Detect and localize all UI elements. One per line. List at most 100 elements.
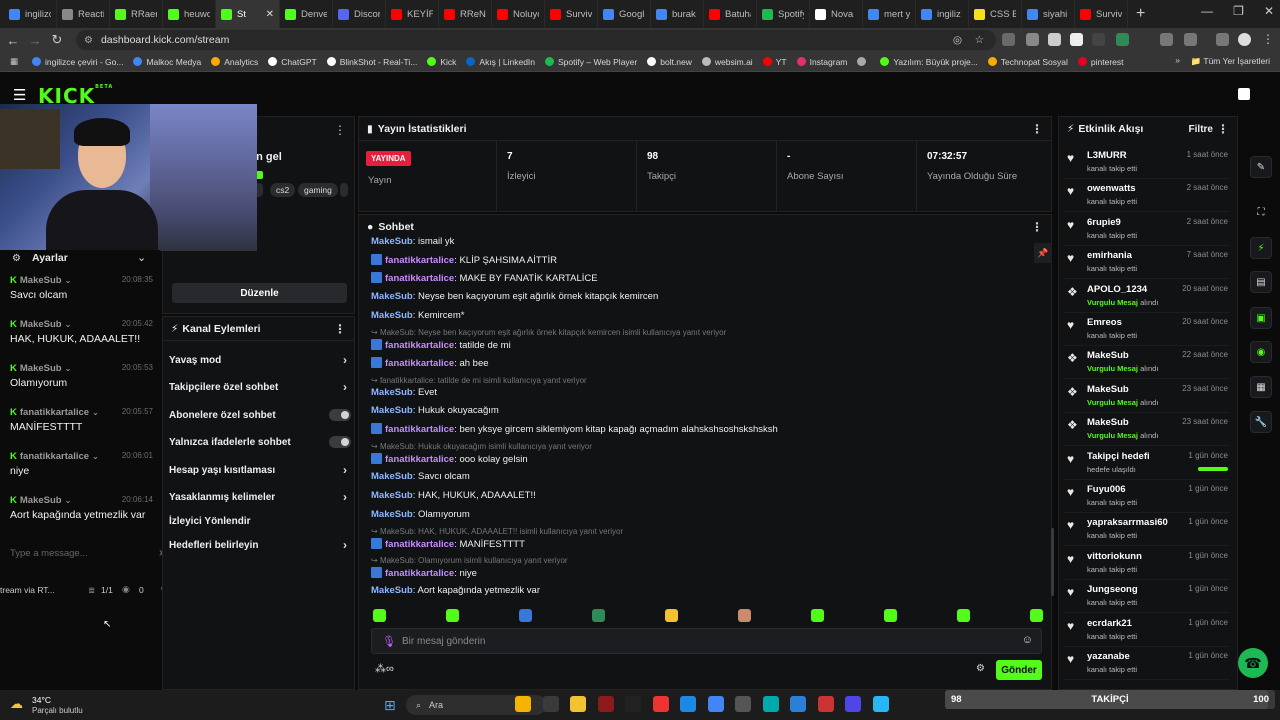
settings-label[interactable]: Ayarlar xyxy=(32,252,68,264)
browser-tab[interactable]: St ✕ xyxy=(216,0,280,28)
wrench-icon[interactable]: 🔧 xyxy=(1250,411,1272,433)
back-icon[interactable]: ← xyxy=(2,33,24,48)
browser-tab[interactable]: Surviv xyxy=(1075,0,1128,28)
broadcast-icon[interactable]: ◉ xyxy=(1250,341,1272,363)
stats-menu-icon[interactable]: ⋮ xyxy=(1031,122,1043,136)
extension-icon[interactable] xyxy=(1116,33,1129,46)
browser-tab[interactable]: Discor xyxy=(333,0,386,28)
support-chat-icon[interactable]: ☎ xyxy=(1238,648,1268,678)
bookmark-item[interactable]: websim.ai xyxy=(701,57,753,67)
message-author[interactable]: MakeSub xyxy=(371,405,413,416)
message-author[interactable]: fanatikkartalice xyxy=(385,424,454,435)
message-author[interactable]: MakeSub xyxy=(371,291,413,302)
chat-menu-icon[interactable]: ⋮ xyxy=(1031,220,1043,234)
activity-item[interactable]: ❖ MakeSub Vurgulu Mesaj alındı 23 saat önce xyxy=(1064,380,1230,413)
bookmark-item[interactable]: ingilizce çeviri - Go... xyxy=(32,57,123,67)
browser-tab[interactable]: Noluyo xyxy=(492,0,545,28)
layout-icon[interactable]: ▦ xyxy=(1250,376,1272,398)
emote-icon[interactable] xyxy=(446,609,459,622)
site-info-icon[interactable]: ⚙ xyxy=(84,35,93,46)
message-author[interactable]: MakeSub xyxy=(371,387,413,398)
activity-item[interactable]: ♥ emirhania kanalı takip etti 7 saat önce xyxy=(1064,246,1230,280)
extension-icon[interactable] xyxy=(1002,33,1015,46)
taskbar-app-icon[interactable] xyxy=(790,696,806,712)
browser-tab[interactable]: Nova xyxy=(810,0,863,28)
browser-tab[interactable]: RRaen xyxy=(110,0,163,28)
channel-action-item[interactable]: Hedefleri belirleyin › xyxy=(169,535,351,555)
message-author[interactable]: fanatikkartalice xyxy=(385,255,454,266)
flash-icon[interactable]: ⚡ xyxy=(1250,237,1272,259)
activity-item[interactable]: ♥ yapraksarrmasi60 kanalı takip etti 1 gün … xyxy=(1064,513,1230,547)
taskbar-app-icon[interactable] xyxy=(515,696,531,712)
emote-icon[interactable] xyxy=(1030,609,1043,622)
chat-bubble-tool-icon[interactable]: ▣ xyxy=(1250,307,1272,329)
browser-tab[interactable]: ingilizce xyxy=(4,0,57,28)
taskbar-app-icon[interactable] xyxy=(707,696,724,712)
chevron-down-icon[interactable]: ⌄ xyxy=(65,496,72,505)
forward-icon[interactable]: → xyxy=(24,33,46,48)
chat-message-input[interactable]: 🎙 Bir mesaj gönderin ☺ xyxy=(371,628,1042,654)
emote-icon[interactable] xyxy=(519,609,532,622)
browser-tab[interactable]: Batuha xyxy=(704,0,757,28)
emote-icon[interactable] xyxy=(811,609,824,622)
message-author[interactable]: MakeSub xyxy=(371,236,413,247)
left-chat-input[interactable]: Type a message... xyxy=(10,548,88,559)
channel-action-item[interactable]: Yasaklanmış kelimeler › xyxy=(169,487,351,507)
chevron-down-icon[interactable]: ⌄ xyxy=(92,452,99,461)
browser-tab[interactable]: Denve xyxy=(280,0,333,28)
user-avatar-icon[interactable] xyxy=(1238,88,1250,100)
chat-users-icon[interactable]: ⁂∞ xyxy=(375,662,394,675)
close-tab-icon[interactable]: ✕ xyxy=(266,9,274,20)
browser-tab[interactable]: Reacti xyxy=(57,0,110,28)
tag-more[interactable] xyxy=(340,183,349,197)
sidebar-icon[interactable] xyxy=(1216,33,1229,46)
emote-icon[interactable] xyxy=(884,609,897,622)
activity-filter-button[interactable]: Filtre xyxy=(1189,124,1213,135)
browser-tab[interactable]: heuwo xyxy=(163,0,216,28)
taskbar-app-icon[interactable] xyxy=(625,696,641,712)
emote-icon[interactable] xyxy=(738,609,751,622)
bookmark-item[interactable]: Kick xyxy=(427,57,456,67)
activity-item[interactable]: ❖ MakeSub Vurgulu Mesaj alındı 22 saat önce xyxy=(1064,346,1230,380)
browser-tab[interactable]: ingiliz xyxy=(916,0,969,28)
activity-item[interactable]: ♥ 6rupie9 kanalı takip etti 2 saat önce xyxy=(1064,213,1230,246)
profile-avatar-icon[interactable] xyxy=(1238,33,1251,46)
pin-icon[interactable]: 📌 xyxy=(1034,243,1052,263)
activity-menu-icon[interactable]: ⋮ xyxy=(1217,122,1229,136)
bookmark-item[interactable] xyxy=(857,57,870,67)
extensions-puzzle-icon[interactable] xyxy=(1184,33,1197,46)
message-author[interactable]: MakeSub xyxy=(371,310,413,321)
taskbar-app-icon[interactable] xyxy=(652,696,669,712)
all-bookmarks-folder[interactable]: 📁 Tüm Yer İşaretleri xyxy=(1191,56,1270,67)
chevron-down-icon[interactable]: ⌄ xyxy=(137,251,146,264)
windows-start-icon[interactable]: ⊞ xyxy=(384,697,396,714)
activity-item[interactable]: ♥ Jungseong kanalı takip etti 1 gün önce xyxy=(1064,580,1230,614)
bookmark-item[interactable]: Technopat Sosyal xyxy=(987,57,1068,67)
channel-action-item[interactable]: Abonelere özel sohbet xyxy=(169,405,351,425)
activity-item[interactable]: ❖ MakeSub Vurgulu Mesaj alındı 23 saat önce xyxy=(1064,413,1230,447)
microphone-icon[interactable]: 🎙 xyxy=(382,635,396,648)
channel-action-item[interactable]: Yalnızca ifadelerle sohbet xyxy=(169,432,351,452)
browser-tab[interactable]: burak xyxy=(651,0,704,28)
taskbar-app-icon[interactable] xyxy=(817,696,834,712)
chevron-down-icon[interactable]: ⌄ xyxy=(65,276,72,285)
message-author[interactable]: MakeSub xyxy=(371,490,413,501)
close-window-icon[interactable]: ✕ xyxy=(1264,4,1274,18)
taskbar-app-icon[interactable] xyxy=(597,696,614,712)
bookmark-item[interactable]: Instagram xyxy=(796,57,847,67)
activity-item[interactable]: ♥ ecrdark21 kanalı takip etti 1 gün önce xyxy=(1064,614,1230,647)
chevron-down-icon[interactable]: ⌄ xyxy=(92,408,99,417)
taskbar-app-icon[interactable] xyxy=(845,696,861,712)
browser-tab[interactable]: Spotify xyxy=(757,0,810,28)
message-author[interactable]: fanatikkartalice xyxy=(385,358,454,369)
bookmark-item[interactable]: YT xyxy=(762,57,787,67)
channel-action-item[interactable]: Takipçilere özel sohbet › xyxy=(169,377,351,397)
toggle-switch[interactable] xyxy=(329,436,351,448)
hamburger-menu-icon[interactable]: ☰ xyxy=(13,86,26,104)
stream-info-menu-icon[interactable]: ⋮ xyxy=(334,123,346,137)
taskbar-app-icon[interactable] xyxy=(542,696,559,712)
bookmark-item[interactable]: bolt.new xyxy=(647,57,692,67)
chat-settings-gear-icon[interactable]: ⚙ xyxy=(976,663,985,674)
bookmark-item[interactable]: Malkoc Medya xyxy=(133,57,201,67)
message-author[interactable]: fanatikkartalice xyxy=(385,273,454,284)
